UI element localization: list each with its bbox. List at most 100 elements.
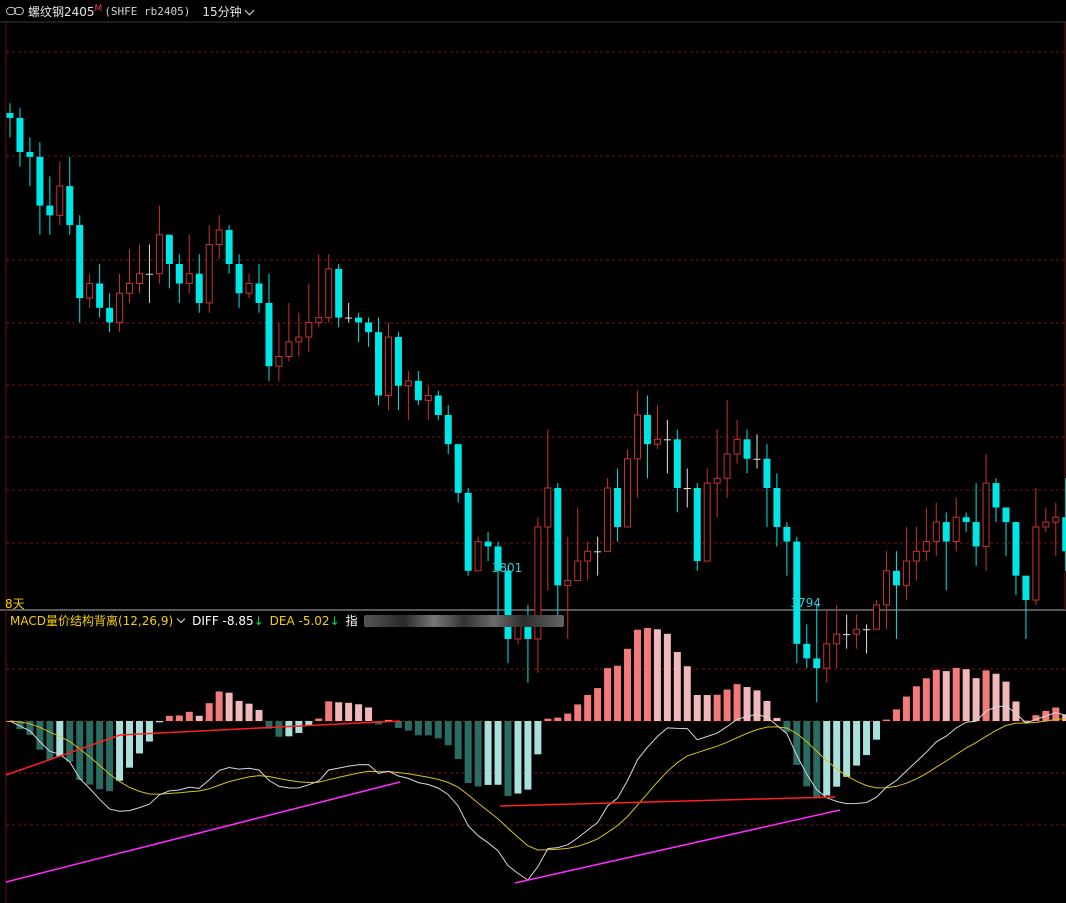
candle-body (434, 395, 442, 415)
macd-histogram-bar (564, 713, 572, 721)
macd-histogram-bar (673, 652, 681, 721)
macd-histogram-bar (116, 721, 124, 781)
macd-histogram-bar (922, 678, 930, 721)
macd-histogram-bar (534, 721, 542, 755)
diff-value: DIFF -8.85 (192, 613, 254, 628)
macd-histogram-bar (96, 721, 104, 790)
macd-histogram-bar (952, 667, 960, 721)
diff-down-arrow: ↓ (253, 613, 264, 628)
candle-body (26, 152, 34, 157)
macd-histogram-bar (783, 721, 791, 733)
candle-body (584, 550, 592, 562)
candle-body (215, 229, 223, 246)
macd-histogram-bar (394, 721, 402, 728)
macd-histogram-bar (793, 721, 801, 765)
candle-body (922, 541, 930, 552)
candle-body (733, 438, 741, 455)
candle-body (773, 488, 781, 527)
candle-body (86, 282, 94, 299)
candle-body (1022, 575, 1030, 600)
macd-histogram-bar (703, 695, 711, 721)
macd-histogram-bar (494, 721, 502, 785)
macd-histogram-bar (633, 629, 641, 721)
candle-body (305, 321, 313, 338)
candle-body (56, 185, 64, 216)
macd-histogram-bar (972, 678, 980, 721)
macd-histogram-bar (145, 721, 153, 742)
candle-body (853, 628, 861, 635)
candle-body (823, 643, 831, 669)
candle-body (863, 629, 871, 631)
macd-histogram-bar (554, 717, 562, 721)
macd-histogram-bar (902, 696, 910, 721)
macd-histogram-bar (594, 688, 602, 721)
macd-histogram-bar (733, 684, 741, 721)
macd-histogram-bar (653, 629, 661, 721)
macd-histogram-bar (524, 721, 532, 790)
candle-body (414, 380, 422, 401)
divergence-line-red (119, 720, 401, 736)
macd-histogram-bar (584, 694, 592, 721)
macd-histogram-bar (713, 694, 721, 721)
dea-value: DEA -5.02 (269, 613, 330, 628)
candle-body (633, 414, 641, 460)
divergence-line-magenta (514, 809, 841, 884)
candle-body (484, 541, 492, 547)
macd-histogram-bar (544, 718, 552, 721)
candle-body (1032, 526, 1040, 601)
low-price-label: 3801 (492, 561, 523, 575)
candle-body (693, 488, 701, 562)
candle-body (394, 337, 402, 386)
divergence-line-red (499, 796, 836, 807)
macd-histogram-bar (444, 721, 452, 746)
candle-body (195, 273, 203, 303)
candle-body (365, 322, 373, 333)
macd-histogram-bar (106, 721, 114, 792)
candle-body (285, 341, 293, 358)
macd-histogram-bar (315, 718, 323, 721)
candle-body (335, 268, 343, 318)
macd-histogram-bar (165, 715, 173, 721)
candle-body (673, 439, 681, 488)
macd-indicator-name[interactable]: MACD量价结构背离(12,26,9) (10, 612, 173, 629)
candle-body (873, 604, 881, 630)
candle-body (574, 560, 582, 582)
candle-body (972, 522, 980, 547)
candle-body (315, 317, 323, 323)
macd-histogram-bar (335, 702, 343, 721)
candle-body (882, 570, 890, 606)
macd-histogram-bar (843, 721, 851, 777)
macd-histogram-bar (285, 721, 293, 737)
candle-body (892, 570, 900, 586)
candle-body (16, 117, 24, 152)
candle-body (245, 282, 253, 294)
low-price-label: 3794 (791, 596, 822, 610)
chevron-down-icon[interactable] (176, 614, 186, 623)
candle-body (126, 282, 134, 294)
macd-histogram-bar (46, 721, 54, 760)
macd-histogram-bar (225, 692, 233, 721)
macd-histogram-bar (434, 721, 442, 739)
candle-body (145, 273, 153, 275)
chart-canvas[interactable]: 3801 3794 (0, 0, 1066, 903)
candle-body (185, 273, 193, 284)
macd-histogram-bar (962, 669, 970, 721)
macd-histogram-bar (345, 702, 353, 721)
candle-body (444, 414, 452, 445)
macd-histogram-bar (663, 633, 671, 721)
candle-body (653, 438, 661, 445)
candle-body (36, 156, 44, 206)
candle-body (544, 487, 552, 528)
macd-histogram-bar (355, 704, 363, 721)
candle-body (783, 526, 791, 542)
candle-body (384, 336, 392, 396)
macd-histogram-bar (215, 691, 223, 721)
candle-body (932, 521, 940, 543)
candle-body (703, 482, 711, 562)
macd-histogram-bar (892, 709, 900, 721)
candle-body (46, 205, 54, 216)
macd-histogram-bar (723, 689, 731, 721)
candle-body (813, 658, 821, 669)
candle-body (614, 488, 622, 527)
candle-body (355, 317, 363, 323)
